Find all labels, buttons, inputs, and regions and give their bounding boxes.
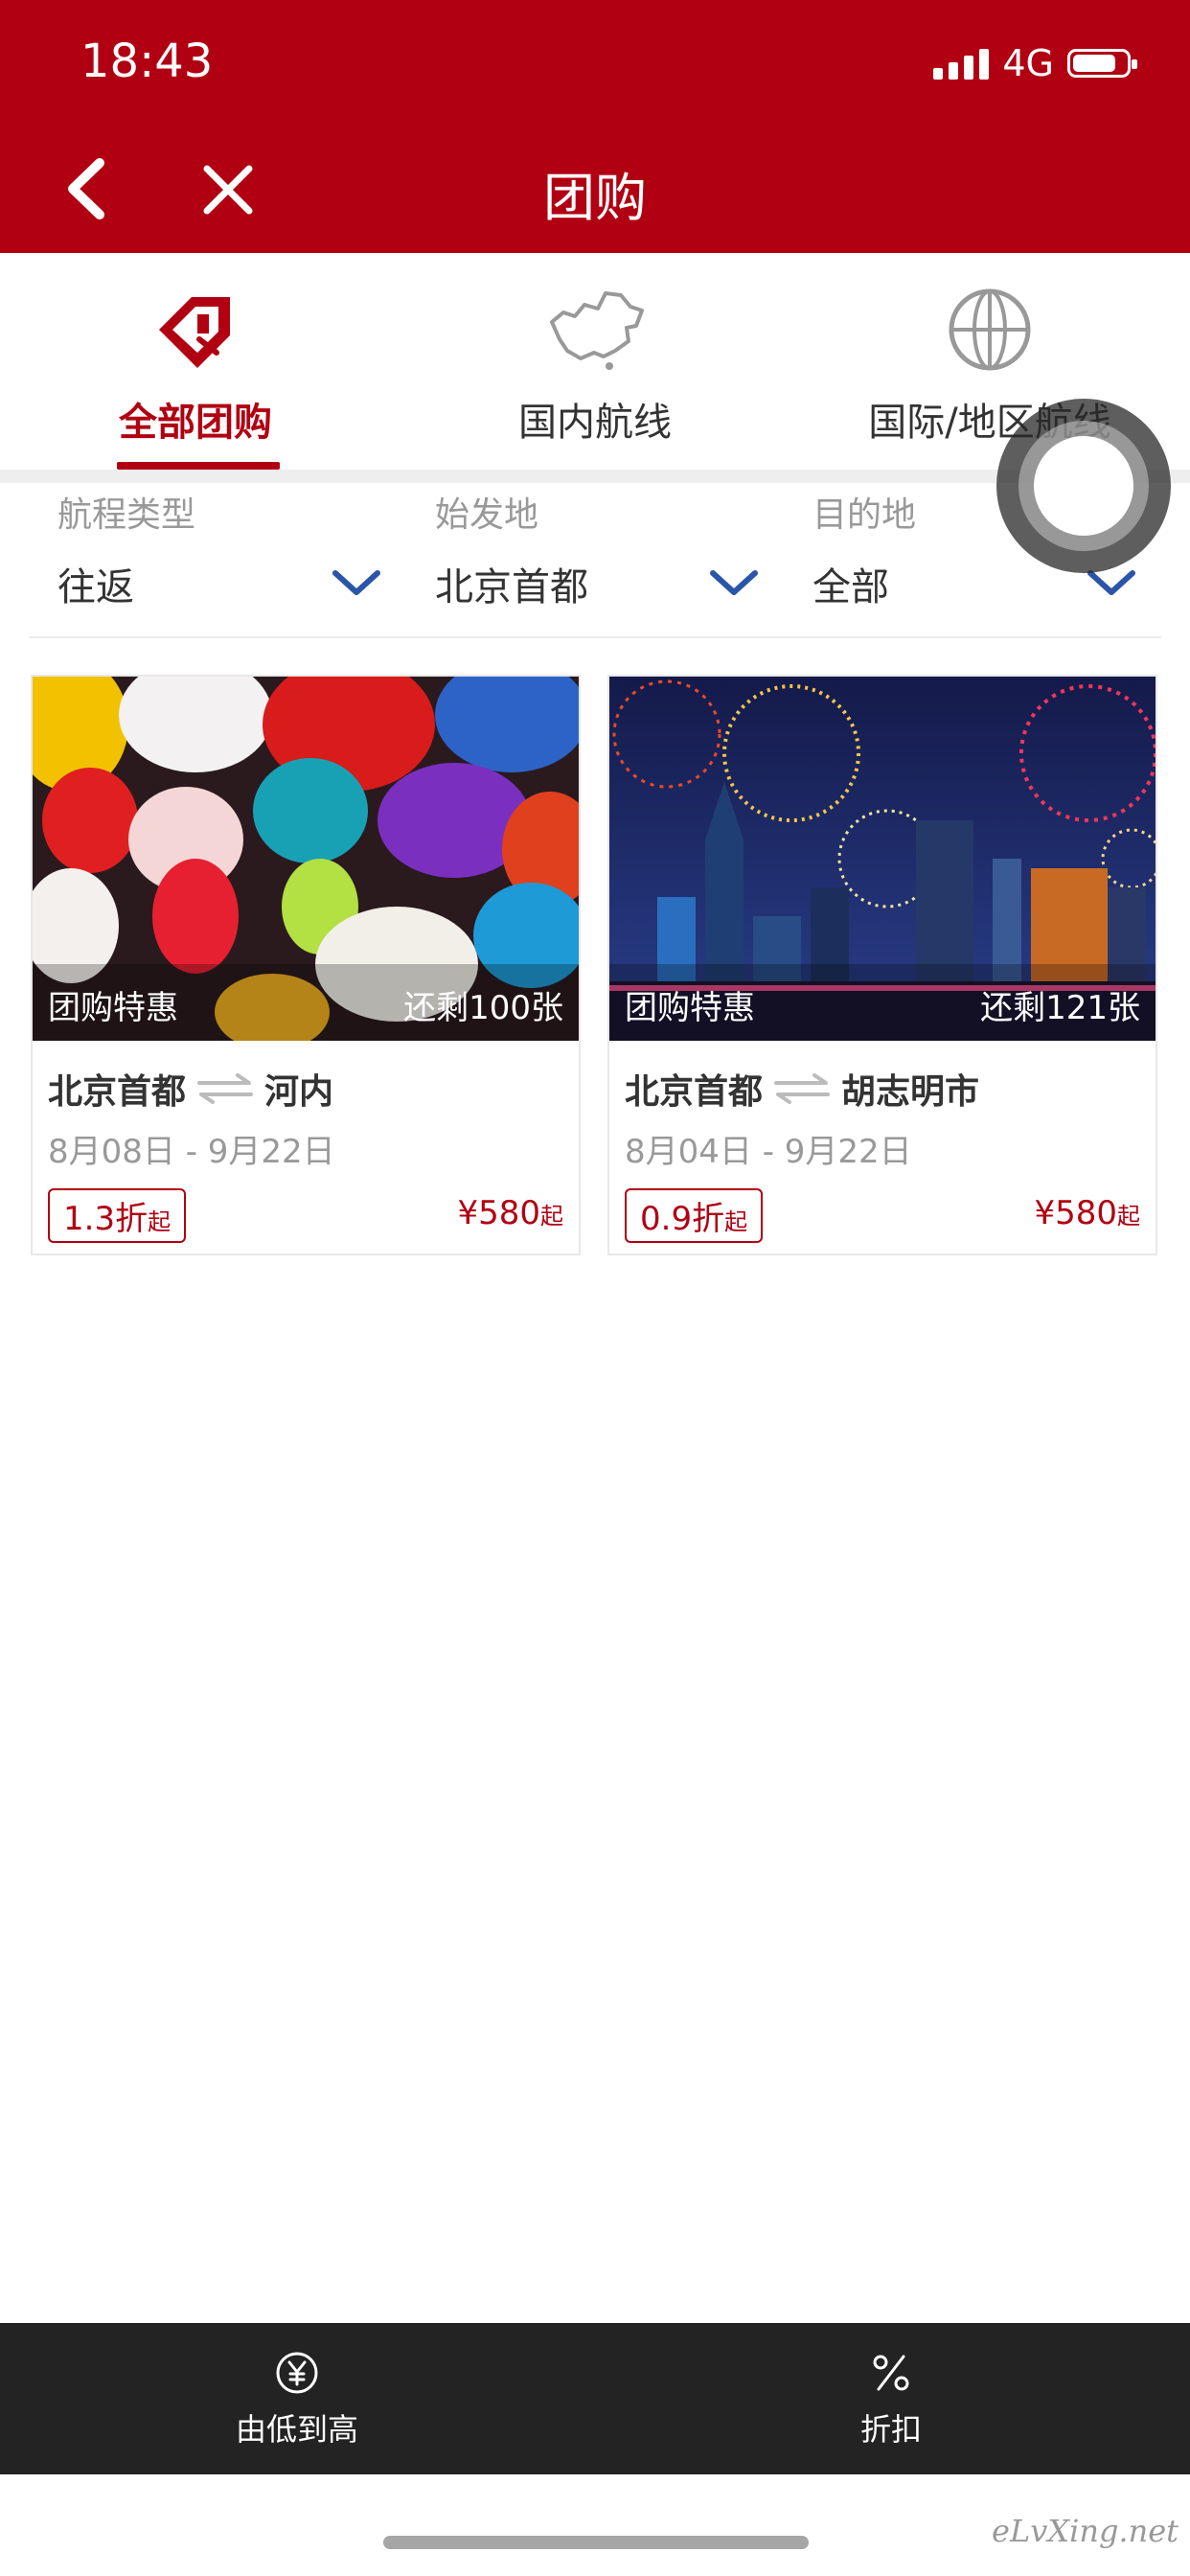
filter-bar: 航程类型 往返 始发地 北京首都 目的地 全部	[29, 483, 1161, 638]
filter-origin[interactable]: 始发地 北京首都	[406, 483, 784, 636]
battery-icon	[1067, 49, 1137, 78]
deal-tag: 团购特惠	[625, 989, 755, 1027]
status-indicators: 4G	[933, 42, 1137, 84]
app-header: 18:43 4G 团购	[0, 0, 1190, 253]
network-label: 4G	[1002, 42, 1054, 84]
tickets-remaining: 还剩100张	[403, 989, 563, 1027]
page-title: 团购	[543, 168, 647, 228]
route: 北京首都 河内	[48, 1064, 333, 1114]
sort-price-ascending-button[interactable]: 由低到高	[105, 2323, 489, 2474]
discount-suffix: 起	[148, 1208, 172, 1235]
route-destination: 河内	[264, 1072, 334, 1112]
deal-card[interactable]: 团购特惠 还剩100张 北京首都 河内 8月08日 - 9月22日 1.3折起 …	[31, 675, 581, 1255]
filter-value: 北京首都	[435, 565, 588, 610]
sort-discount-button[interactable]: 折扣	[699, 2323, 1083, 2474]
route-origin: 北京首都	[48, 1072, 187, 1112]
deal-tag: 团购特惠	[48, 989, 178, 1027]
price-value: ¥580	[1034, 1194, 1117, 1232]
filter-value: 往返	[57, 565, 134, 610]
price: ¥580起	[1034, 1194, 1140, 1232]
route-origin: 北京首都	[625, 1072, 764, 1112]
chevron-down-icon	[332, 570, 380, 595]
home-indicator[interactable]	[383, 2536, 809, 2549]
route-destination: 胡志明市	[841, 1072, 980, 1112]
price-value: ¥580	[457, 1194, 540, 1232]
yen-icon	[276, 2352, 318, 2394]
travel-dates: 8月08日 - 9月22日	[48, 1133, 335, 1171]
tag-icon	[159, 297, 230, 368]
filter-label: 始发地	[435, 495, 539, 535]
status-time: 18:43	[80, 34, 214, 88]
discount-value: 1.3折	[63, 1200, 149, 1238]
filter-label: 目的地	[812, 495, 917, 535]
filter-label: 航程类型	[57, 495, 196, 535]
tab-label: 国内航线	[518, 401, 672, 445]
price-suffix: 起	[540, 1203, 563, 1230]
deal-card[interactable]: 团购特惠 还剩121张 北京首都 胡志明市 8月04日 - 9月22日 0.9折…	[607, 675, 1157, 1255]
tab-all-deals[interactable]: 全部团购	[4, 282, 387, 447]
filter-trip-type[interactable]: 航程类型 往返	[29, 483, 406, 636]
active-tab-indicator	[117, 462, 280, 470]
signal-icon	[933, 47, 990, 80]
filter-value: 全部	[812, 565, 889, 610]
sort-bar: 由低到高 折扣	[0, 2323, 1190, 2474]
china-map-icon	[550, 291, 644, 370]
discount-value: 0.9折	[640, 1200, 725, 1238]
globe-icon	[949, 288, 1031, 371]
round-trip-arrows-icon	[774, 1073, 831, 1104]
tab-domestic[interactable]: 国内航线	[403, 282, 787, 447]
round-trip-arrows-icon	[197, 1073, 254, 1104]
discount-suffix: 起	[724, 1208, 748, 1235]
assistive-touch-button[interactable]	[996, 399, 1171, 573]
discount-badge: 1.3折起	[48, 1188, 187, 1243]
sort-label: 由低到高	[235, 2411, 358, 2448]
travel-dates: 8月04日 - 9月22日	[625, 1133, 912, 1171]
tickets-remaining: 还剩121张	[980, 989, 1140, 1027]
route: 北京首都 胡志明市	[625, 1064, 979, 1114]
percent-icon	[873, 2355, 909, 2391]
price: ¥580起	[457, 1194, 563, 1232]
discount-badge: 0.9折起	[625, 1188, 764, 1243]
tab-label: 全部团购	[119, 401, 272, 445]
sort-label: 折扣	[859, 2411, 922, 2448]
price-suffix: 起	[1117, 1203, 1140, 1230]
watermark: eLvXing.net	[992, 2513, 1179, 2549]
chevron-down-icon	[710, 570, 758, 595]
